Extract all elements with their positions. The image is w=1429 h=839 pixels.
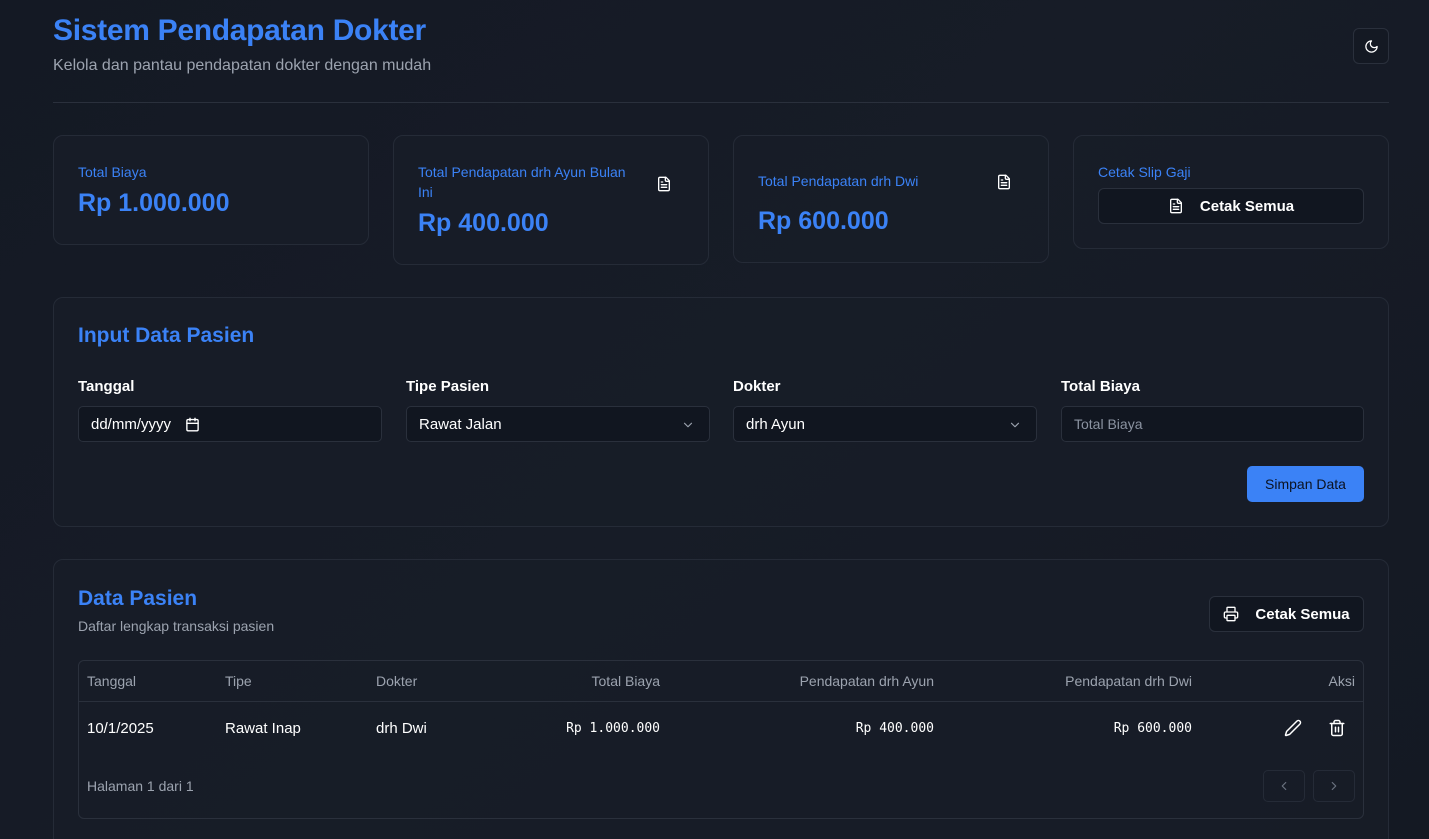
total-biaya-label: Total Biaya	[78, 164, 147, 180]
dwi-income-card: Total Pendapatan drh Dwi Rp 600.000	[733, 135, 1049, 263]
trash-icon[interactable]	[1328, 719, 1346, 737]
total-biaya-card: Total Biaya Rp 1.000.000	[53, 135, 369, 245]
pagination-info: Halaman 1 dari 1	[87, 778, 194, 794]
row-tipe: Rawat Inap	[225, 720, 301, 737]
chevron-down-icon	[683, 422, 693, 428]
document-icon[interactable]	[996, 174, 1012, 190]
total-biaya-input[interactable]: Total Biaya	[1061, 406, 1364, 442]
tipe-pasien-value: Rawat Jalan	[419, 415, 502, 433]
row-pendapatan-dwi: Rp 600.000	[1113, 721, 1192, 736]
page-header: Sistem Pendapatan Dokter Kelola dan pant…	[53, 0, 1389, 103]
chevron-down-icon	[1010, 422, 1020, 428]
total-biaya-input-label: Total Biaya	[1061, 378, 1140, 395]
total-biaya-placeholder: Total Biaya	[1074, 416, 1143, 432]
date-input[interactable]: dd/mm/yyyy	[78, 406, 382, 442]
tipe-pasien-label: Tipe Pasien	[406, 378, 490, 395]
table-subtitle: Daftar lengkap transaksi pasien	[78, 618, 275, 634]
col-dokter: Dokter	[376, 673, 418, 689]
dokter-value: drh Ayun	[746, 415, 805, 433]
page-subtitle: Kelola dan pantau pendapatan dokter deng…	[53, 57, 432, 74]
chevron-right-icon	[1331, 781, 1337, 791]
input-form-card: Input Data Pasien Tanggal dd/mm/yyyy Tip…	[53, 297, 1389, 527]
patient-data-card: Data Pasien Daftar lengkap transaksi pas…	[53, 559, 1389, 839]
form-title: Input Data Pasien	[78, 324, 255, 347]
print-slip-button[interactable]: Cetak Semua	[1098, 188, 1364, 224]
row-tanggal: 10/1/2025	[87, 720, 154, 737]
print-all-button[interactable]: Cetak Semua	[1209, 596, 1364, 632]
printer-icon	[1224, 606, 1239, 622]
dwi-income-value: Rp 600.000	[758, 207, 889, 235]
table-title: Data Pasien	[78, 587, 198, 610]
document-icon[interactable]	[656, 176, 672, 192]
row-total-biaya: Rp 1.000.000	[566, 721, 660, 736]
col-pendapatan-ayun: Pendapatan drh Ayun	[799, 673, 934, 689]
chevron-left-icon	[1281, 781, 1287, 791]
ayun-income-value: Rp 400.000	[418, 209, 549, 237]
dokter-label: Dokter	[733, 378, 781, 395]
print-slip-label: Cetak Semua	[1199, 197, 1295, 215]
patient-table: Tanggal Tipe Dokter Total Biaya Pendapat…	[78, 660, 1364, 819]
tipe-pasien-select[interactable]: Rawat Jalan	[406, 406, 710, 442]
row-dokter: drh Dwi	[376, 720, 427, 737]
page-title: Sistem Pendapatan Dokter	[53, 14, 426, 47]
ayun-income-label: Total Pendapatan drh Ayun Bulan Ini	[418, 164, 626, 200]
row-pendapatan-ayun: Rp 400.000	[855, 721, 934, 736]
moon-icon	[1364, 39, 1378, 53]
col-tanggal: Tanggal	[87, 673, 137, 689]
col-total-biaya: Total Biaya	[591, 673, 660, 689]
calendar-icon[interactable]	[185, 417, 200, 432]
col-aksi: Aksi	[1328, 673, 1355, 689]
app-container: Sistem Pendapatan Dokter Kelola dan pant…	[53, 0, 1389, 839]
edit-pencil-icon[interactable]	[1284, 719, 1302, 737]
date-input-value: dd/mm/yyyy	[91, 415, 172, 433]
print-all-label: Cetak Semua	[1255, 605, 1350, 623]
total-biaya-value: Rp 1.000.000	[78, 189, 230, 217]
slip-gaji-label: Cetak Slip Gaji	[1098, 164, 1191, 180]
prev-page-button[interactable]	[1263, 770, 1305, 802]
dokter-select[interactable]: drh Ayun	[733, 406, 1037, 442]
table-header-row: Tanggal Tipe Dokter Total Biaya Pendapat…	[79, 661, 1363, 702]
save-data-button[interactable]: Simpan Data	[1247, 466, 1364, 502]
col-pendapatan-dwi: Pendapatan drh Dwi	[1065, 673, 1192, 689]
document-icon	[1169, 198, 1182, 214]
ayun-income-card: Total Pendapatan drh Ayun Bulan Ini Rp 4…	[393, 135, 709, 265]
tanggal-label: Tanggal	[78, 378, 135, 395]
dwi-income-label: Total Pendapatan drh Dwi	[758, 173, 919, 189]
slip-gaji-card: Cetak Slip Gaji Cetak Semua	[1073, 135, 1389, 249]
next-page-button[interactable]	[1313, 770, 1355, 802]
col-tipe: Tipe	[225, 673, 252, 689]
theme-toggle-button[interactable]	[1353, 28, 1389, 64]
